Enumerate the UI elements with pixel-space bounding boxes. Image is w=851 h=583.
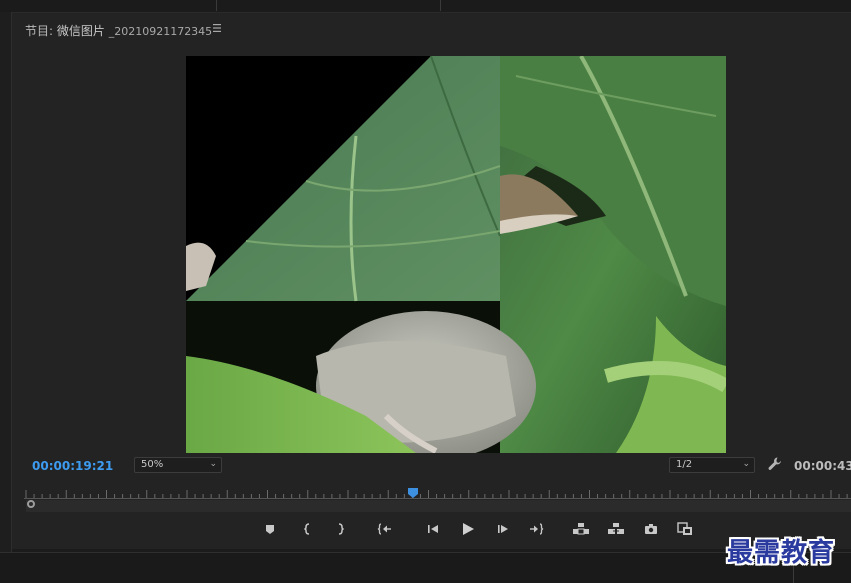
zoom-level-select[interactable]: 50% ⌄ (134, 457, 222, 473)
go-to-out-button[interactable] (528, 521, 544, 537)
duration-timecode: 00:00:43 (794, 459, 851, 473)
play-button[interactable] (460, 521, 476, 537)
mark-in-icon (300, 521, 316, 537)
go-to-out-icon (528, 521, 544, 537)
chevron-down-icon: ⌄ (209, 459, 217, 469)
scrub-bar[interactable] (26, 500, 851, 512)
chevron-down-icon: ⌄ (742, 459, 750, 469)
bottom-panel-strip (0, 552, 851, 583)
export-frame-button[interactable] (643, 521, 659, 537)
add-marker-button[interactable] (262, 521, 278, 537)
panel-title[interactable]: 节目: 微信图片 _20210921172345 (25, 22, 212, 39)
clip-name: _20210921172345 (108, 25, 213, 38)
zoom-level-value: 50% (141, 459, 164, 470)
video-frame-image (186, 56, 726, 453)
comparison-view-button[interactable] (676, 521, 692, 537)
divider (440, 0, 441, 11)
time-ruler[interactable] (24, 487, 851, 499)
play-icon (460, 521, 476, 537)
sequence-name: 微信图片 (56, 24, 105, 38)
in-point-handle[interactable] (27, 500, 35, 508)
program-monitor-panel: 节目: 微信图片 _20210921172345 00:00:19:21 50%… (12, 13, 851, 549)
hamburger-menu-icon[interactable] (212, 23, 222, 33)
current-timecode[interactable]: 00:00:19:21 (32, 459, 113, 473)
extract-button[interactable] (607, 521, 624, 537)
lift-icon (572, 521, 589, 537)
extract-icon (607, 521, 624, 537)
left-panel-edge (0, 12, 12, 552)
go-to-in-icon (377, 521, 393, 537)
step-back-button[interactable] (425, 521, 441, 537)
top-panel-strip (0, 0, 851, 13)
mark-out-button[interactable] (332, 521, 348, 537)
step-forward-icon (495, 521, 511, 537)
step-back-icon (425, 521, 441, 537)
panel-label: 节目: (25, 24, 57, 38)
playback-resolution-value: 1/2 (676, 459, 693, 470)
comparison-view-icon (676, 521, 692, 537)
wrench-icon[interactable] (767, 456, 783, 472)
lift-button[interactable] (572, 521, 589, 537)
playback-resolution-select[interactable]: 1/2 ⌄ (669, 457, 755, 473)
go-to-in-button[interactable] (377, 521, 393, 537)
camera-icon (643, 521, 659, 537)
marker-icon (262, 521, 278, 537)
mark-out-icon (332, 521, 348, 537)
watermark-logo: 最需教育 (727, 538, 836, 568)
divider (216, 0, 217, 11)
playhead[interactable] (407, 484, 419, 498)
step-forward-button[interactable] (495, 521, 511, 537)
program-video-frame[interactable] (186, 56, 726, 453)
mark-in-button[interactable] (300, 521, 316, 537)
